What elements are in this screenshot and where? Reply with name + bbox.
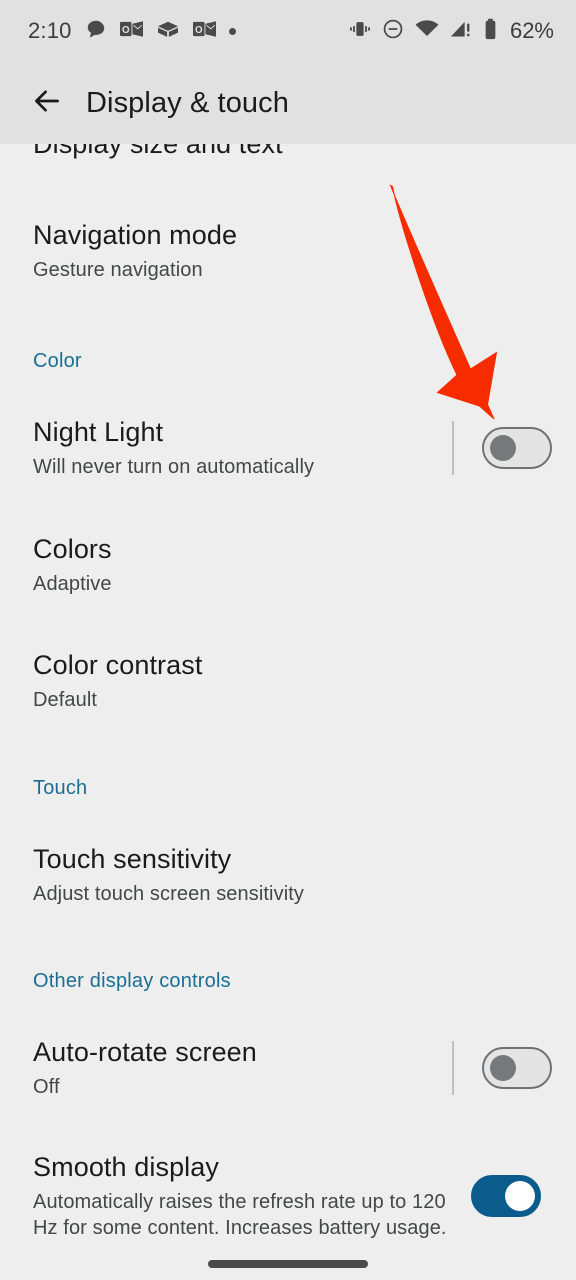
status-bar-left: 2:10 O O: [28, 18, 236, 45]
toggle-container: [452, 420, 552, 475]
list-item-night-light[interactable]: Night Light Will never turn on automatic…: [0, 415, 576, 480]
night-light-toggle[interactable]: [482, 426, 552, 469]
section-header-other-display-controls: Other display controls: [33, 970, 231, 992]
phone-screen: 2:10 O O 62% Display & touch Display siz…: [0, 0, 576, 1280]
list-item-subtitle: Gesture navigation: [33, 259, 203, 281]
toggle-container: [452, 1040, 552, 1095]
toggle-container: [471, 1174, 541, 1217]
toggle-knob: [505, 1180, 535, 1211]
list-item-title: Color contrast: [33, 650, 203, 680]
battery-icon: [483, 18, 498, 45]
do-not-disturb-icon: [382, 18, 404, 45]
list-item-subtitle: Adjust touch screen sensitivity: [33, 883, 305, 905]
wifi-icon: [415, 19, 439, 44]
battery-percent-label: 62%: [509, 18, 554, 43]
svg-text:O: O: [122, 24, 130, 35]
chat-bubble-icon: [85, 18, 107, 45]
section-header-color: Color: [33, 350, 82, 372]
notification-dot-icon: [228, 27, 236, 35]
back-button[interactable]: [16, 84, 78, 123]
toggle-divider: [452, 420, 454, 475]
list-item-title: Night Light: [33, 417, 164, 447]
list-item-navigation-mode[interactable]: Navigation mode Gesture navigation: [0, 218, 576, 283]
list-item-auto-rotate-screen[interactable]: Auto-rotate screen Off: [0, 1035, 576, 1100]
list-item-title: Touch sensitivity: [33, 844, 232, 874]
list-item-subtitle: Automatically raises the refresh rate up…: [33, 1191, 447, 1239]
list-item-subtitle: Will never turn on automatically: [33, 456, 315, 478]
svg-text:O: O: [195, 24, 203, 35]
smooth-display-toggle[interactable]: [471, 1174, 541, 1217]
back-arrow-icon: [30, 84, 64, 123]
list-item-subtitle: Default: [33, 689, 98, 711]
list-item-title: Auto-rotate screen: [33, 1037, 257, 1067]
status-bar-right: 62%: [349, 18, 554, 45]
list-item-display-size-and-text[interactable]: Display size and text: [0, 144, 576, 166]
settings-list[interactable]: Display size and text Navigation mode Ge…: [0, 144, 576, 1248]
app-bar: Display & touch: [0, 62, 576, 144]
toggle-knob: [490, 434, 516, 461]
gesture-navigation-bar: [0, 1248, 576, 1280]
outlook-mail-icon: O: [192, 19, 216, 44]
status-clock: 2:10: [28, 18, 72, 43]
outlook-mail-icon: O: [119, 19, 143, 44]
cellular-signal-alert-icon: [450, 19, 472, 44]
list-item-smooth-display[interactable]: Smooth display Automatically raises the …: [0, 1150, 576, 1241]
list-item-subtitle: Off: [33, 1076, 60, 1098]
list-item-colors[interactable]: Colors Adaptive: [0, 532, 576, 597]
section-header-touch: Touch: [33, 777, 88, 799]
list-item-title: Smooth display: [33, 1152, 219, 1182]
package-box-icon: [156, 19, 180, 44]
list-item-touch-sensitivity[interactable]: Touch sensitivity Adjust touch screen se…: [0, 842, 576, 907]
list-item-title: Display size and text: [33, 144, 283, 159]
toggle-divider: [452, 1040, 454, 1095]
list-item-color-contrast[interactable]: Color contrast Default: [0, 648, 576, 713]
vibrate-icon: [349, 19, 371, 44]
status-bar: 2:10 O O 62%: [0, 0, 576, 62]
list-item-title: Navigation mode: [33, 220, 238, 250]
list-item-title: Colors: [33, 534, 112, 564]
home-gesture-pill[interactable]: [208, 1260, 368, 1268]
page-title: Display & touch: [86, 86, 289, 119]
toggle-knob: [490, 1054, 516, 1081]
auto-rotate-toggle[interactable]: [482, 1046, 552, 1089]
list-item-subtitle: Adaptive: [33, 573, 112, 595]
